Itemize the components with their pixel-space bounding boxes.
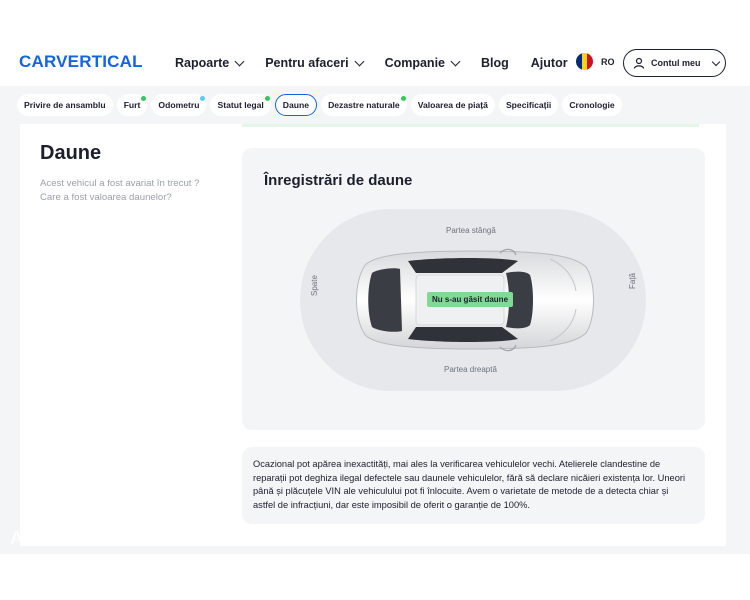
- left-gutter: [0, 124, 20, 554]
- no-damage-badge: Nu s-au găsit daune: [427, 292, 514, 307]
- user-icon: [633, 57, 645, 69]
- section-subtitle: Acest vehicul a fost avariat în trecut ?…: [40, 178, 200, 203]
- status-dot-icon: [264, 96, 270, 101]
- records-title: Înregistrări de daune: [264, 172, 413, 189]
- chevron-down-icon: [234, 56, 245, 66]
- language-selector[interactable]: RO: [576, 53, 615, 70]
- tab-label: Privire de ansamblu: [24, 100, 106, 110]
- autovit-watermark: AUTOVIT.RO: [10, 528, 129, 548]
- tab-dezastre-naturale[interactable]: Dezastre naturale: [321, 94, 407, 116]
- tab-label: Odometru: [158, 100, 200, 110]
- romania-flag-icon: [576, 53, 593, 70]
- previous-section-edge: [242, 124, 699, 127]
- nav-pentru-afaceri[interactable]: Pentru afaceri: [265, 56, 365, 70]
- section-title: Daune: [40, 142, 102, 164]
- nav-ajutor[interactable]: Ajutor: [531, 56, 568, 70]
- status-dot-icon: [141, 96, 147, 101]
- page: CARVERTICAL Rapoarte Pentru afaceri Comp…: [0, 0, 750, 600]
- account-button[interactable]: Contul meu: [623, 49, 726, 77]
- status-dot-icon: [400, 96, 406, 101]
- label-rear: Spate: [310, 275, 319, 296]
- nav-label: Blog: [481, 56, 509, 70]
- tab-statut-legal[interactable]: Statut legal: [210, 94, 271, 116]
- main-nav: Rapoarte Pentru afaceri Companie Blog Aj…: [175, 56, 590, 70]
- chevron-down-icon: [354, 56, 365, 66]
- language-code: RO: [601, 56, 615, 67]
- chevron-down-icon: [711, 57, 720, 66]
- nav-label: Companie: [384, 56, 445, 70]
- section-tabs-bar: Privire de ansamblu Furt Odometru Statut le…: [0, 86, 750, 124]
- accuracy-notice: Ocazional pot apărea inexactități, mai a…: [242, 447, 705, 524]
- chevron-down-icon: [450, 56, 461, 66]
- nav-label: Pentru afaceri: [265, 56, 349, 70]
- tab-privire-de-ansamblu[interactable]: Privire de ansamblu: [17, 94, 113, 116]
- label-left-side: Partea stângă: [446, 226, 496, 235]
- section-tabs: Privire de ansamblu Furt Odometru Statut le…: [17, 94, 622, 116]
- nav-companie[interactable]: Companie: [384, 56, 461, 70]
- tab-label: Specificații: [505, 100, 552, 110]
- right-gutter: [726, 124, 750, 554]
- carvertical-logo[interactable]: CARVERTICAL: [19, 52, 143, 72]
- damage-records-panel: Înregistrări de daune Partea stângă Part…: [242, 148, 705, 430]
- tab-label: Valoarea de piață: [417, 100, 488, 110]
- tab-label: Daune: [282, 100, 310, 110]
- tab-valoarea-de-piață[interactable]: Valoarea de piață: [410, 94, 495, 116]
- label-front: Față: [628, 273, 637, 290]
- nav-rapoarte[interactable]: Rapoarte: [175, 56, 245, 70]
- account-label: Contul meu: [651, 58, 701, 68]
- tab-label: Cronologie: [569, 100, 615, 110]
- tab-label: Furt: [123, 100, 141, 110]
- tab-cronologie[interactable]: Cronologie: [562, 94, 622, 116]
- nav-blog[interactable]: Blog: [481, 56, 509, 70]
- label-right-side: Partea dreaptă: [444, 365, 497, 374]
- tab-furt[interactable]: Furt: [116, 94, 148, 116]
- nav-label: Ajutor: [530, 56, 568, 70]
- tab-specificații[interactable]: Specificații: [498, 94, 559, 116]
- tab-odometru[interactable]: Odometru: [151, 94, 207, 116]
- nav-label: Rapoarte: [175, 56, 230, 70]
- tab-label: Dezastre naturale: [328, 100, 400, 110]
- status-dot-icon: [200, 96, 206, 101]
- top-header: CARVERTICAL Rapoarte Pentru afaceri Comp…: [0, 40, 750, 86]
- tab-daune[interactable]: Daune: [274, 94, 318, 116]
- tab-label: Statut legal: [217, 100, 264, 110]
